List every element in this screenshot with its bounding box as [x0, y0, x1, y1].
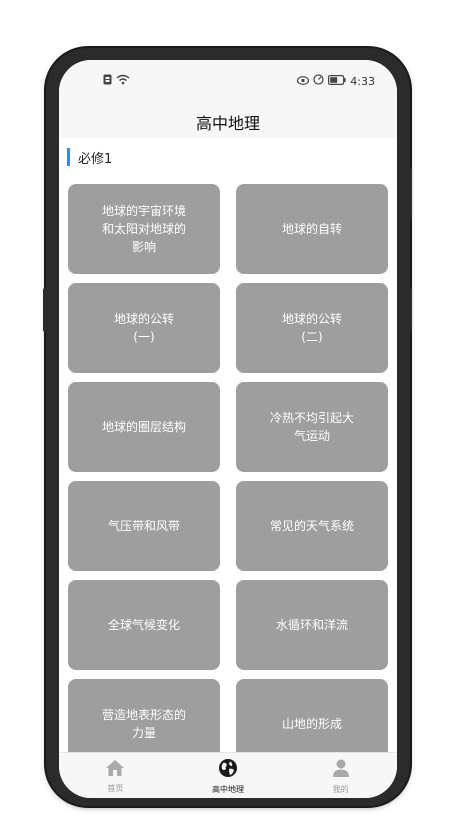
home-icon — [105, 759, 125, 781]
section-header: 必修1 — [67, 148, 113, 167]
nav-item-profile[interactable]: 我的 — [284, 753, 397, 798]
section-title: 必修1 — [78, 151, 113, 167]
nav-label-geography: 高中地理 — [212, 784, 244, 794]
lesson-tile[interactable]: 地球的自转 — [236, 184, 388, 274]
volume-button — [43, 288, 47, 332]
power-button-top — [408, 168, 412, 220]
lesson-tile[interactable]: 常见的天气系统 — [236, 481, 388, 571]
user-icon — [331, 758, 351, 782]
wifi-icon — [116, 74, 130, 88]
battery-icon — [328, 74, 346, 88]
lesson-grid: 地球的宇宙环境 和太阳对地球的 影响 地球的自转 地球的公转 (一) 地球的公转… — [68, 184, 390, 752]
nav-item-home[interactable]: 首页 — [59, 753, 172, 798]
lesson-tile[interactable]: 气压带和风带 — [68, 481, 220, 571]
nav-item-geography[interactable]: 高中地理 — [172, 753, 285, 798]
nav-label-profile: 我的 — [332, 784, 349, 794]
lesson-tile[interactable]: 地球的宇宙环境 和太阳对地球的 影响 — [68, 184, 220, 274]
status-time: 4:33 — [350, 74, 375, 88]
nav-label-home: 首页 — [107, 783, 124, 793]
lesson-tile[interactable]: 营造地表形态的 力量 — [68, 679, 220, 752]
page-title: 高中地理 — [195, 114, 260, 133]
lesson-tile[interactable]: 山地的形成 — [236, 679, 388, 752]
app-screen: 4:33 高中地理 必修1 地球的宇宙环境 和太阳对地球的 影响 地球的自转 地… — [59, 60, 397, 798]
notification-icon — [103, 74, 112, 88]
top-bar: 4:33 高中地理 — [59, 60, 397, 138]
lesson-tile[interactable]: 冷热不均引起大 气运动 — [236, 382, 388, 472]
status-bar: 4:33 — [59, 74, 397, 94]
lesson-tile[interactable]: 地球的公转 (一) — [68, 283, 220, 373]
lesson-tile[interactable]: 全球气候变化 — [68, 580, 220, 670]
speed-icon — [313, 74, 324, 88]
lesson-tile[interactable]: 水循环和洋流 — [236, 580, 388, 670]
globe-icon — [218, 758, 238, 782]
section-accent-bar — [67, 148, 70, 166]
lesson-tile[interactable]: 地球的圈层结构 — [68, 382, 220, 472]
lesson-tile[interactable]: 地球的公转 (二) — [236, 283, 388, 373]
power-button — [408, 288, 412, 332]
eye-icon — [297, 75, 310, 88]
bottom-nav: 首页 高中地理 我的 — [59, 752, 397, 798]
